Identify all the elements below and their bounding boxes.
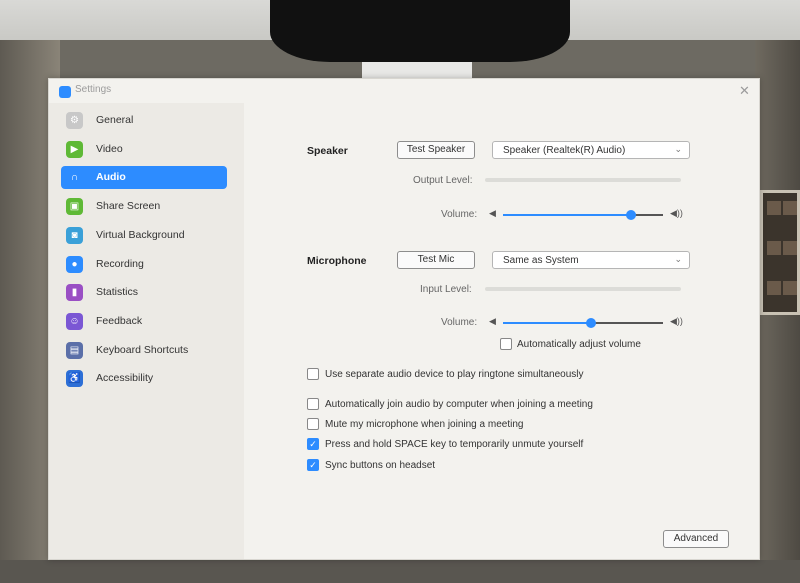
- settings-window: Settings ✕ ⚙ General ▶ Video ∩ Audio ▣ Share Sc…: [48, 78, 760, 560]
- slider-track: [591, 322, 663, 324]
- sidebar-item-share-screen[interactable]: ▣ Share Screen: [61, 195, 227, 218]
- sidebar-item-label: Video: [96, 142, 123, 155]
- mute-mic-label: Mute my microphone when joining a meetin…: [325, 419, 524, 430]
- auto-adjust-volume-checkbox[interactable]: [500, 338, 512, 350]
- speaker-volume-label: Volume:: [441, 209, 478, 220]
- test-speaker-button[interactable]: Test Speaker: [397, 141, 475, 159]
- volume-high-icon: ◀)): [670, 316, 683, 326]
- volume-low-icon: ◀: [489, 208, 496, 218]
- microphone-device-value: Same as System: [503, 255, 579, 266]
- sidebar-item-label: Virtual Background: [96, 228, 185, 241]
- press-space-label: Press and hold SPACE key to temporarily …: [325, 439, 584, 450]
- sidebar-item-virtual-background[interactable]: ◙ Virtual Background: [61, 224, 227, 247]
- wall-picture-frame: [760, 190, 800, 315]
- sidebar-item-general[interactable]: ⚙ General: [61, 109, 227, 132]
- output-level-label: Output Level:: [413, 175, 473, 186]
- auto-join-audio-checkbox[interactable]: [307, 398, 319, 410]
- advanced-button[interactable]: Advanced: [663, 530, 729, 548]
- press-space-checkbox[interactable]: ✓: [307, 438, 319, 450]
- auto-adjust-volume-label: Automatically adjust volume: [517, 339, 641, 350]
- sidebar-item-keyboard-shortcuts[interactable]: ▤ Keyboard Shortcuts: [61, 339, 227, 362]
- zoom-app-icon: [59, 86, 71, 98]
- test-mic-button[interactable]: Test Mic: [397, 251, 475, 269]
- keyboard-icon: ▤: [66, 341, 83, 359]
- sidebar-item-feedback[interactable]: ☺ Feedback: [61, 310, 227, 333]
- slider-fill: [503, 214, 631, 216]
- title-bar: Settings ✕: [49, 79, 759, 103]
- mute-mic-checkbox[interactable]: [307, 418, 319, 430]
- window-title: Settings: [75, 84, 112, 95]
- microphone-label: Microphone: [307, 255, 367, 267]
- sidebar-item-label: Recording: [96, 257, 144, 270]
- input-level-label: Input Level:: [420, 284, 472, 295]
- speaker-label: Speaker: [307, 145, 348, 157]
- photo-background-bottom: [0, 560, 800, 583]
- microphone-volume-label: Volume:: [441, 317, 478, 328]
- output-level-meter: [485, 178, 681, 182]
- sidebar-item-audio[interactable]: ∩ Audio: [61, 166, 227, 190]
- chevron-down-icon: ⌄: [674, 254, 682, 264]
- speaker-volume-slider[interactable]: ◀ ◀)): [489, 208, 685, 222]
- settings-sidebar: ⚙ General ▶ Video ∩ Audio ▣ Share Screen ◙ Virtua…: [49, 103, 244, 559]
- sidebar-item-label: Share Screen: [96, 200, 161, 213]
- sidebar-item-statistics[interactable]: ▮ Statistics: [61, 281, 227, 304]
- slider-fill: [503, 322, 591, 324]
- chevron-down-icon: ⌄: [674, 144, 682, 154]
- video-camera-icon: ▶: [66, 140, 83, 158]
- gear-icon: ⚙: [66, 112, 83, 129]
- microphone-volume-slider[interactable]: ◀ ◀)): [489, 316, 685, 330]
- sidebar-item-label: Accessibility: [96, 372, 154, 385]
- close-icon[interactable]: ✕: [739, 83, 750, 99]
- sync-buttons-checkbox[interactable]: ✓: [307, 459, 319, 471]
- sidebar-item-video[interactable]: ▶ Video: [61, 138, 227, 161]
- speaker-device-select[interactable]: Speaker (Realtek(R) Audio) ⌄: [492, 141, 690, 159]
- sidebar-item-label: Keyboard Shortcuts: [96, 343, 189, 356]
- volume-high-icon: ◀)): [670, 208, 683, 218]
- microphone-device-select[interactable]: Same as System ⌄: [492, 251, 690, 269]
- recording-icon: ●: [66, 255, 83, 273]
- separate-device-checkbox[interactable]: [307, 368, 319, 380]
- sync-buttons-label: Sync buttons on headset: [325, 460, 436, 471]
- input-level-meter: [485, 287, 681, 291]
- feedback-icon: ☺: [66, 312, 83, 330]
- sidebar-item-accessibility[interactable]: ♿ Accessibility: [61, 367, 227, 390]
- auto-join-audio-label: Automatically join audio by computer whe…: [325, 399, 593, 410]
- sidebar-item-label: Statistics: [96, 286, 139, 299]
- webcam: [270, 0, 570, 62]
- virtual-background-icon: ◙: [66, 226, 83, 244]
- volume-low-icon: ◀: [489, 316, 496, 326]
- sidebar-item-recording[interactable]: ● Recording: [61, 253, 227, 276]
- headphones-icon: ∩: [70, 172, 79, 184]
- slider-thumb[interactable]: [626, 210, 636, 220]
- sidebar-item-label: Audio: [96, 171, 126, 184]
- slider-thumb[interactable]: [586, 318, 596, 328]
- statistics-icon: ▮: [66, 284, 83, 302]
- speaker-device-value: Speaker (Realtek(R) Audio): [503, 145, 626, 156]
- separate-device-label: Use separate audio device to play ringto…: [325, 369, 584, 380]
- sidebar-item-label: Feedback: [96, 314, 143, 327]
- share-screen-icon: ▣: [66, 198, 83, 216]
- accessibility-icon: ♿: [66, 370, 83, 388]
- sidebar-item-label: General: [96, 114, 134, 126]
